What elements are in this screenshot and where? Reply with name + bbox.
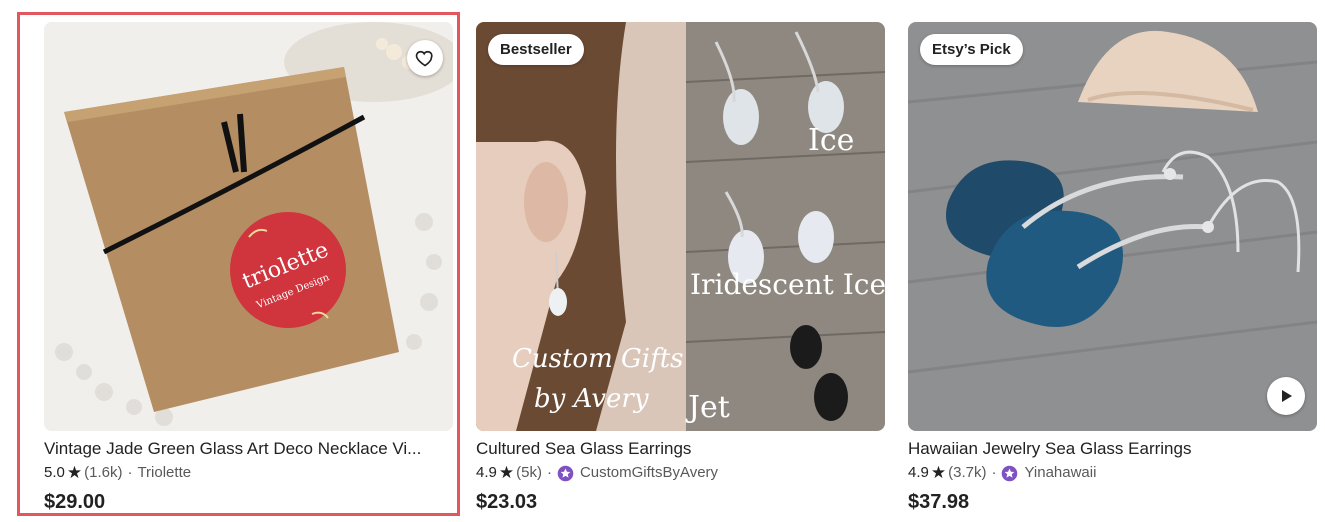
listing-image-2[interactable]: Ice Iridescent Ice Jet Custom Gifts by A… xyxy=(476,22,885,431)
listing-card-1[interactable]: triolette Vintage Design Vintage Jade Gr… xyxy=(44,22,453,514)
review-count: (1.6k) xyxy=(84,464,123,481)
svg-text:Custom Gifts: Custom Gifts xyxy=(512,344,684,374)
etsys-pick-badge: Etsy’s Pick xyxy=(920,34,1023,65)
star-icon: ★ xyxy=(66,463,83,482)
necklace-box-photo: triolette Vintage Design xyxy=(44,22,453,431)
rating-value: 4.9 xyxy=(476,464,497,481)
svg-text:by Avery: by Avery xyxy=(534,384,649,414)
seller-name[interactable]: Yinahawaii xyxy=(1024,463,1096,483)
earrings-collage-photo: Ice Iridescent Ice Jet Custom Gifts by A… xyxy=(476,22,885,431)
star-seller-badge-icon xyxy=(557,465,574,482)
listing-card-2[interactable]: Ice Iridescent Ice Jet Custom Gifts by A… xyxy=(476,22,885,514)
listing-title[interactable]: Vintage Jade Green Glass Art Deco Neckla… xyxy=(44,438,453,460)
bestseller-badge: Bestseller xyxy=(488,34,584,65)
play-icon xyxy=(1282,390,1292,402)
listing-rating-row: 5.0 ★ (1.6k) · Triolette xyxy=(44,463,453,483)
review-count: (3.7k) xyxy=(948,464,987,481)
separator-dot: · xyxy=(127,464,133,481)
listing-title[interactable]: Hawaiian Jewelry Sea Glass Earrings xyxy=(908,438,1317,460)
star-icon: ★ xyxy=(930,463,947,482)
svg-text:Ice: Ice xyxy=(808,123,854,158)
star-seller-badge-icon xyxy=(1001,465,1018,482)
listing-price: $37.98 xyxy=(908,491,970,513)
favorite-button[interactable] xyxy=(407,40,443,76)
heart-outline-icon xyxy=(415,50,433,67)
separator-dot: · xyxy=(546,464,552,481)
svg-text:Jet: Jet xyxy=(685,390,730,425)
play-video-button[interactable] xyxy=(1267,377,1305,415)
listing-image-1[interactable]: triolette Vintage Design xyxy=(44,22,453,431)
svg-text:Iridescent Ice: Iridescent Ice xyxy=(690,268,885,301)
seller-name[interactable]: Triolette xyxy=(137,463,191,483)
separator-dot: · xyxy=(991,464,997,481)
sea-glass-earrings-photo xyxy=(908,22,1317,431)
listing-card-3[interactable]: Etsy’s Pick Hawaiian Jewelry Sea Glass E… xyxy=(908,22,1317,514)
listing-title[interactable]: Cultured Sea Glass Earrings xyxy=(476,438,885,460)
rating-value: 5.0 xyxy=(44,464,65,481)
rating-value: 4.9 xyxy=(908,464,929,481)
listing-rating-row: 4.9 ★ (3.7k) · Yinahawaii xyxy=(908,463,1317,483)
review-count: (5k) xyxy=(516,464,542,481)
listing-image-3[interactable]: Etsy’s Pick xyxy=(908,22,1317,431)
star-icon: ★ xyxy=(498,463,515,482)
listing-price: $23.03 xyxy=(476,491,538,513)
listing-price: $29.00 xyxy=(44,491,106,513)
listing-rating-row: 4.9 ★ (5k) · CustomGiftsByAvery xyxy=(476,463,885,483)
seller-name[interactable]: CustomGiftsByAvery xyxy=(580,463,718,483)
